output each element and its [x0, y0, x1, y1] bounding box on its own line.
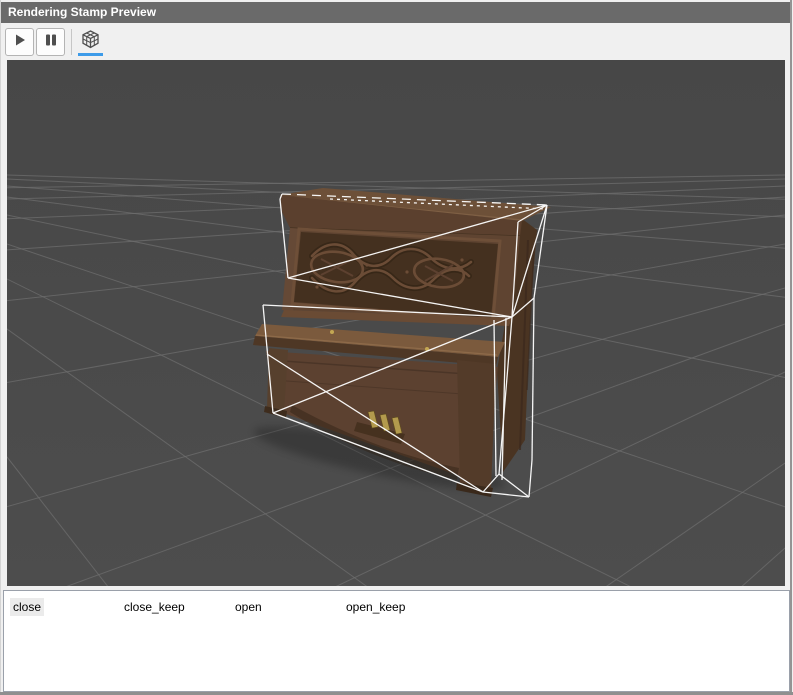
animation-list: close close_keep open open_keep [10, 598, 789, 616]
scene-canvas [7, 60, 785, 586]
window-left-edge [0, 0, 1, 695]
anim-item-open[interactable]: open [232, 598, 343, 616]
viewport-background [7, 60, 785, 586]
window-title: Rendering Stamp Preview [8, 5, 156, 19]
titlebar[interactable]: Rendering Stamp Preview [0, 2, 790, 23]
viewport-3d[interactable] [7, 60, 785, 586]
toolbar-separator [71, 29, 72, 55]
anim-item-close-keep[interactable]: close_keep [121, 598, 232, 616]
pause-button[interactable] [36, 28, 65, 56]
play-icon [12, 32, 28, 51]
pause-icon [43, 32, 59, 51]
wireframe-cube-icon [80, 29, 101, 53]
wireframe-toggle-button[interactable] [78, 27, 103, 56]
anim-item-open-keep[interactable]: open_keep [343, 598, 454, 616]
anim-item-close[interactable]: close [10, 598, 121, 616]
toolbar [0, 23, 790, 60]
active-tool-underline [78, 53, 103, 56]
play-button[interactable] [5, 28, 34, 56]
animation-list-panel: close close_keep open open_keep [3, 590, 790, 692]
